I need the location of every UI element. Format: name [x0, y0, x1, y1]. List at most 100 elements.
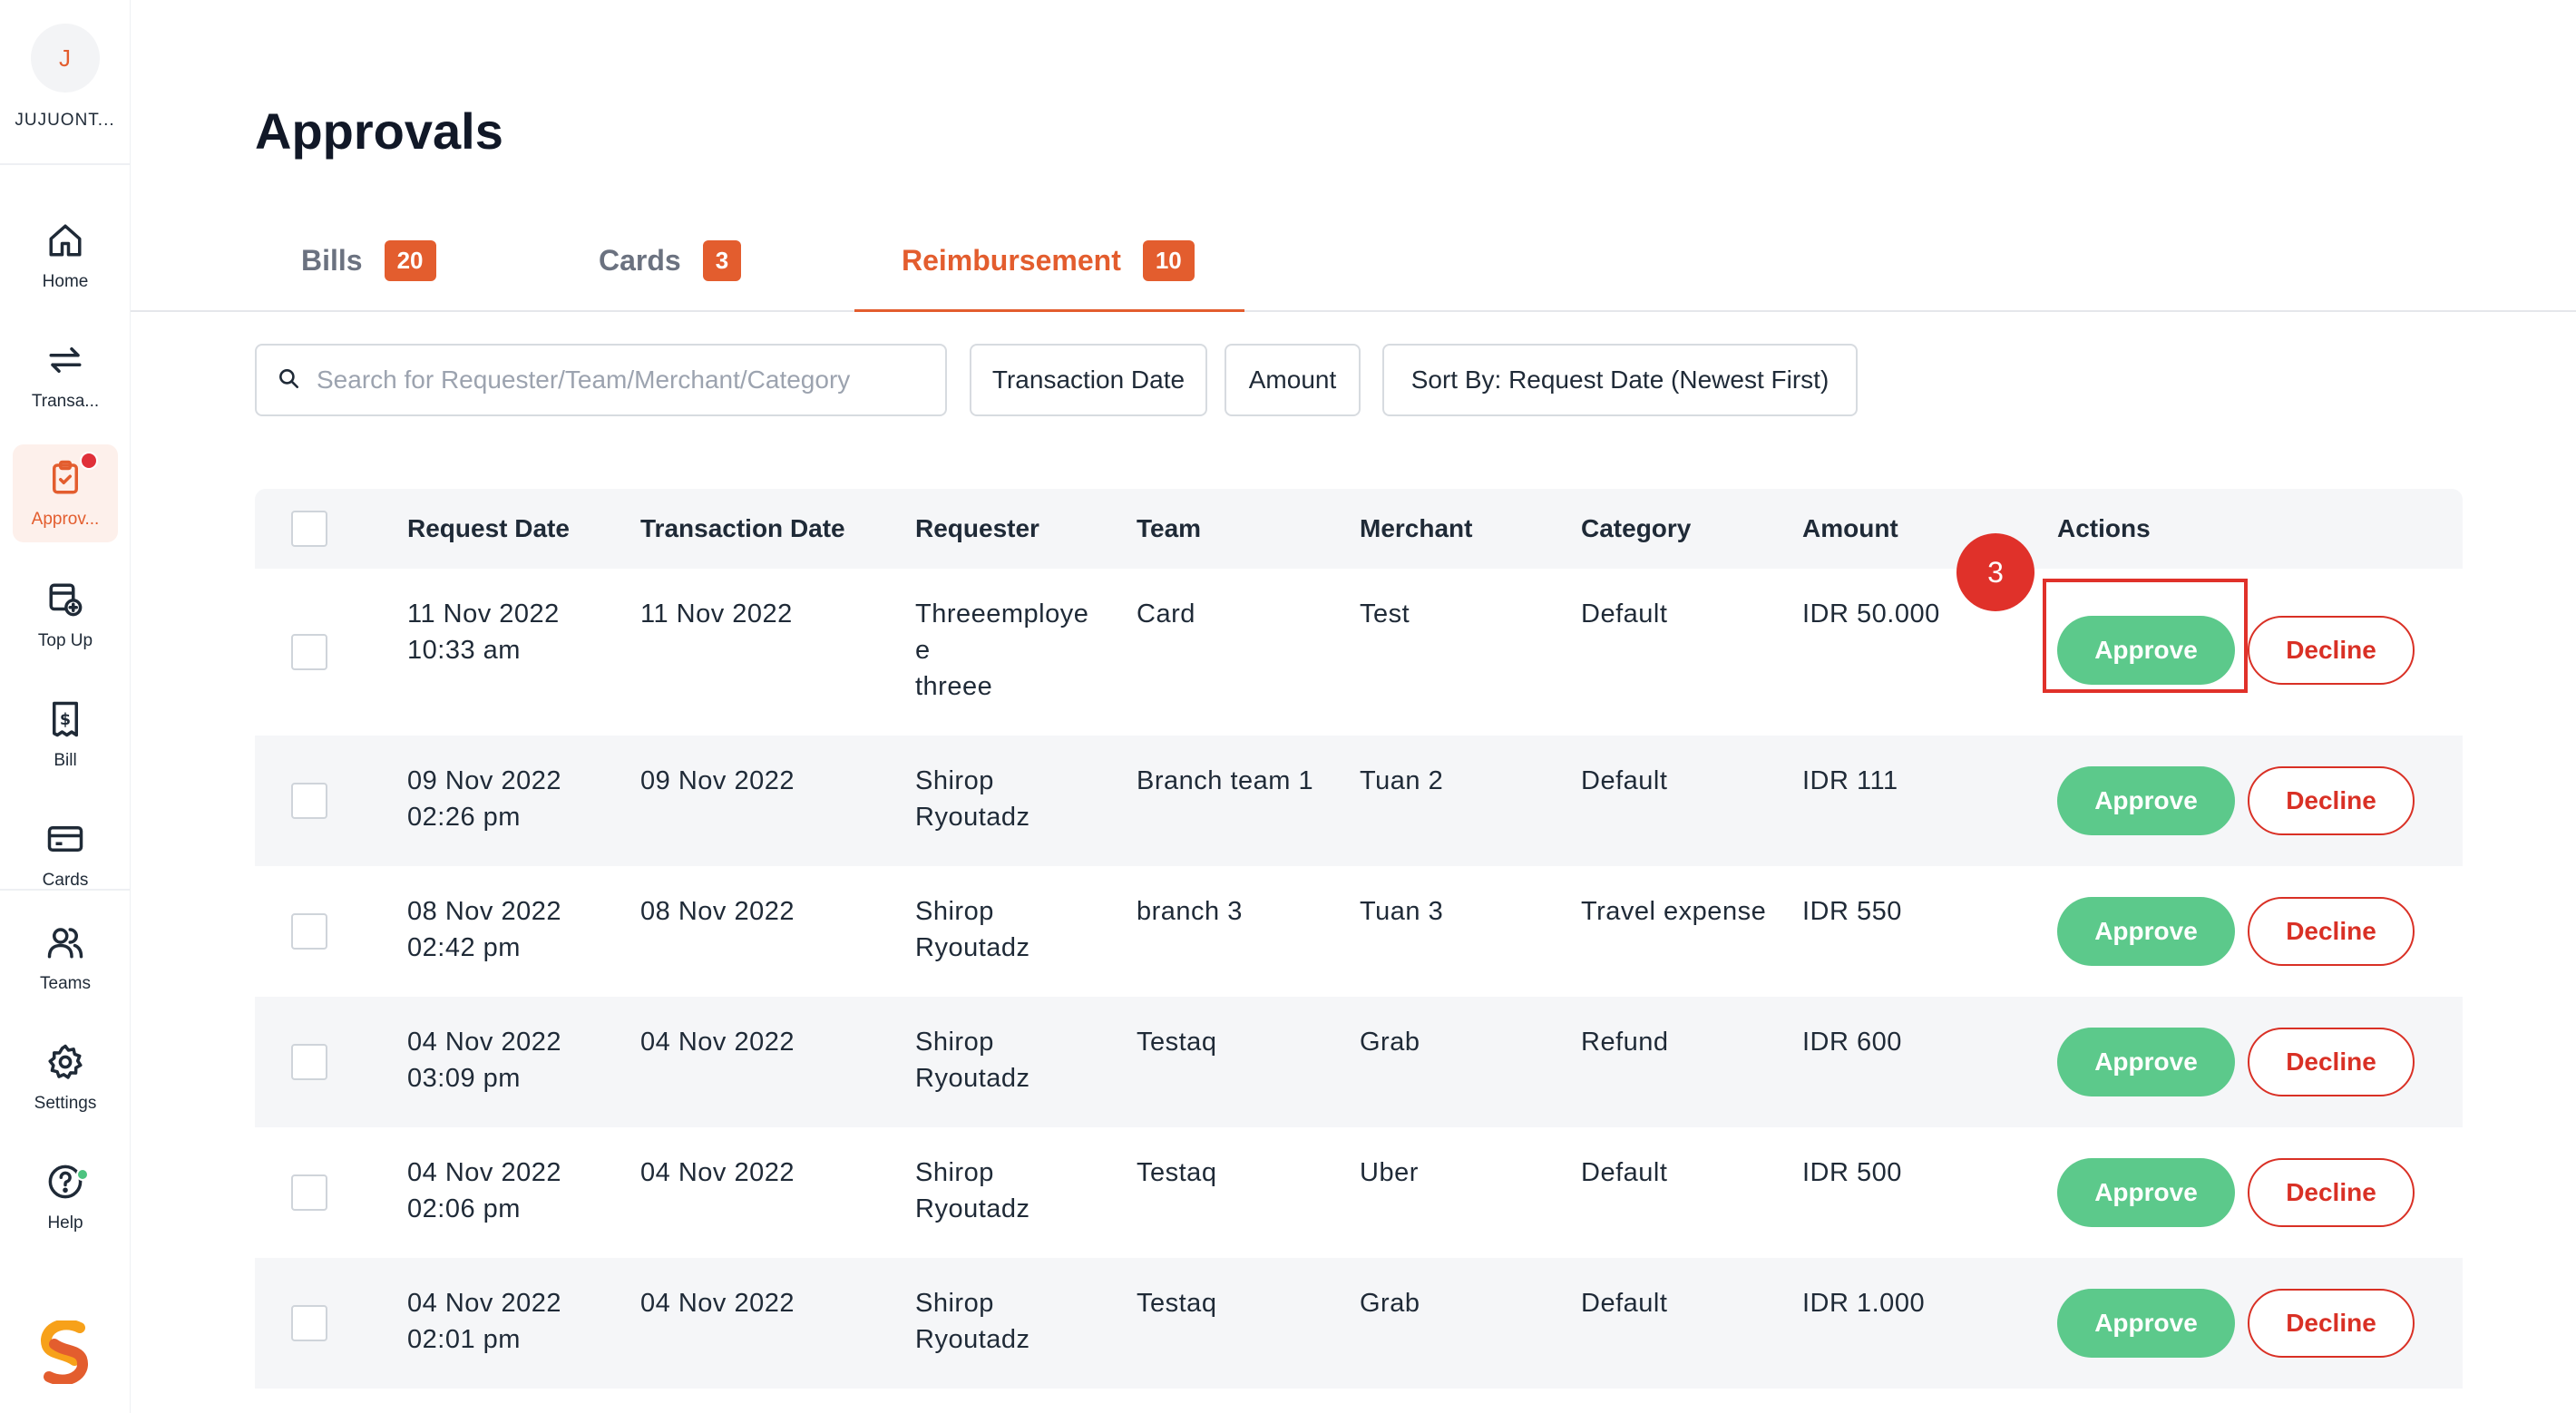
help-question-icon [44, 1161, 86, 1203]
sidebar-item-transactions[interactable]: Transa... [13, 326, 118, 424]
request-date-cell: 04 Nov 2022 02:01 pm [407, 1289, 561, 1354]
step-marker: 3 [1956, 533, 2034, 611]
sidebar-item-label: Home [42, 272, 89, 291]
tab-label: Reimbursement [902, 243, 1121, 277]
request-date-cell: 09 Nov 2022 02:26 pm [407, 766, 561, 832]
category-cell: Default [1581, 1158, 1668, 1187]
sidebar-item-label: Help [47, 1213, 83, 1233]
merchant-cell: Grab [1360, 1289, 1420, 1318]
column-header: Request Date [407, 514, 570, 542]
top-up-wallet-icon [44, 579, 86, 620]
requester-cell: Shirop Ryoutadz [915, 1028, 1030, 1093]
row-checkbox[interactable] [291, 1174, 327, 1211]
sidebar-item-bill[interactable]: $ Bill [13, 686, 118, 784]
requester-cell: Shirop Ryoutadz [915, 1158, 1030, 1223]
count-badge: 10 [1142, 239, 1195, 281]
transaction-date-cell: 08 Nov 2022 [640, 897, 795, 926]
column-header: Amount [1802, 514, 1898, 542]
sidebar-item-help[interactable]: Help [13, 1148, 118, 1246]
decline-button[interactable]: Decline [2248, 616, 2415, 685]
sidebar-item-home[interactable]: Home [13, 207, 118, 305]
team-cell: Testaq [1137, 1028, 1217, 1057]
transaction-date-cell: 04 Nov 2022 [640, 1289, 795, 1318]
table-header: Request Date Transaction Date Requester … [255, 489, 2463, 569]
credit-card-icon [44, 818, 86, 860]
row-checkbox[interactable] [291, 783, 327, 819]
decline-button[interactable]: Decline [2248, 1289, 2415, 1358]
count-badge: 20 [384, 239, 436, 281]
team-cell: Branch team 1 [1137, 766, 1314, 795]
account-switcher[interactable]: J JUJUONT... [0, 0, 130, 165]
tab-cards[interactable]: Cards 3 [599, 209, 742, 312]
amount-cell: IDR 500 [1802, 1158, 1902, 1187]
amount-filter-button[interactable]: Amount [1225, 344, 1361, 416]
home-icon [44, 219, 86, 261]
column-header: Team [1137, 514, 1202, 542]
table-row: 04 Nov 2022 02:01 pm 04 Nov 2022 Shirop Ry… [255, 1258, 2463, 1389]
search-box[interactable] [255, 344, 947, 416]
merchant-cell: Tuan 2 [1360, 766, 1444, 795]
approve-button[interactable]: Approve [2057, 1289, 2235, 1358]
notification-dot [80, 452, 98, 470]
category-cell: Refund [1581, 1028, 1669, 1057]
request-date-cell: 11 Nov 2022 10:33 am [407, 599, 560, 665]
requester-cell: Shirop Ryoutadz [915, 1289, 1030, 1354]
category-cell: Default [1581, 766, 1668, 795]
sidebar-item-top-up[interactable]: Top Up [13, 566, 118, 664]
team-cell: Testaq [1137, 1289, 1217, 1318]
decline-button[interactable]: Decline [2248, 1158, 2415, 1227]
search-icon [277, 366, 300, 395]
requester-cell: Shirop Ryoutadz [915, 897, 1030, 962]
row-checkbox[interactable] [291, 1044, 327, 1080]
transaction-date-cell: 04 Nov 2022 [640, 1028, 795, 1057]
transaction-date-cell: 11 Nov 2022 [640, 599, 793, 629]
table-row: 04 Nov 2022 03:09 pm 04 Nov 2022 Shirop Ry… [255, 997, 2463, 1127]
merchant-cell: Grab [1360, 1028, 1420, 1057]
column-header: Merchant [1360, 514, 1473, 542]
sidebar-item-label: Bill [54, 751, 77, 770]
column-header: Transaction Date [640, 514, 845, 542]
requester-cell: Threeemploye e threee [915, 599, 1089, 701]
decline-button[interactable]: Decline [2248, 897, 2415, 966]
sidebar-item-teams[interactable]: Teams [13, 909, 118, 1007]
sidebar-item-approvals[interactable]: Approv... [13, 444, 118, 542]
search-input[interactable] [317, 365, 915, 395]
bill-dollar-icon: $ [44, 698, 86, 740]
table-row: 09 Nov 2022 02:26 pm 09 Nov 2022 Shirop Ry… [255, 736, 2463, 866]
row-checkbox[interactable] [291, 634, 327, 670]
avatar[interactable]: J [30, 24, 100, 93]
category-cell: Travel expense [1581, 897, 1767, 926]
amount-cell: IDR 600 [1802, 1028, 1902, 1057]
select-all-checkbox[interactable] [291, 511, 327, 547]
sort-dropdown[interactable]: Sort By: Request Date (Newest First) [1382, 344, 1858, 416]
category-cell: Default [1581, 599, 1668, 629]
count-badge: 3 [702, 239, 742, 281]
transaction-date-filter-button[interactable]: Transaction Date [970, 344, 1207, 416]
tab-bills[interactable]: Bills 20 [301, 209, 436, 312]
table-row: 04 Nov 2022 02:06 pm 04 Nov 2022 Shirop Ry… [255, 1127, 2463, 1258]
approve-button[interactable]: Approve [2057, 1158, 2235, 1227]
sidebar-item-label: Teams [40, 974, 91, 993]
teams-people-icon [44, 921, 86, 963]
merchant-cell: Uber [1360, 1158, 1419, 1187]
page-title: Approvals [255, 102, 503, 160]
decline-button[interactable]: Decline [2248, 766, 2415, 835]
approve-button[interactable]: Approve [2057, 1028, 2235, 1096]
amount-cell: IDR 111 [1802, 766, 1898, 795]
transaction-date-cell: 04 Nov 2022 [640, 1158, 795, 1187]
approve-button[interactable]: Approve [2057, 766, 2235, 835]
decline-button[interactable]: Decline [2248, 1028, 2415, 1096]
amount-cell: IDR 50.000 [1802, 599, 1940, 629]
team-cell: Card [1137, 599, 1195, 629]
sidebar-divider [0, 889, 131, 891]
transaction-date-cell: 09 Nov 2022 [640, 766, 795, 795]
row-checkbox[interactable] [291, 1305, 327, 1341]
transfer-arrows-icon [44, 339, 86, 381]
tab-reimbursement[interactable]: Reimbursement 10 [902, 209, 1195, 312]
row-checkbox[interactable] [291, 913, 327, 950]
sidebar-item-label: Settings [34, 1094, 97, 1113]
sidebar-item-settings[interactable]: Settings [13, 1028, 118, 1126]
account-name: JUJUONT... [15, 111, 115, 130]
sidebar-item-label: Transa... [31, 392, 100, 411]
approve-button[interactable]: Approve [2057, 897, 2235, 966]
